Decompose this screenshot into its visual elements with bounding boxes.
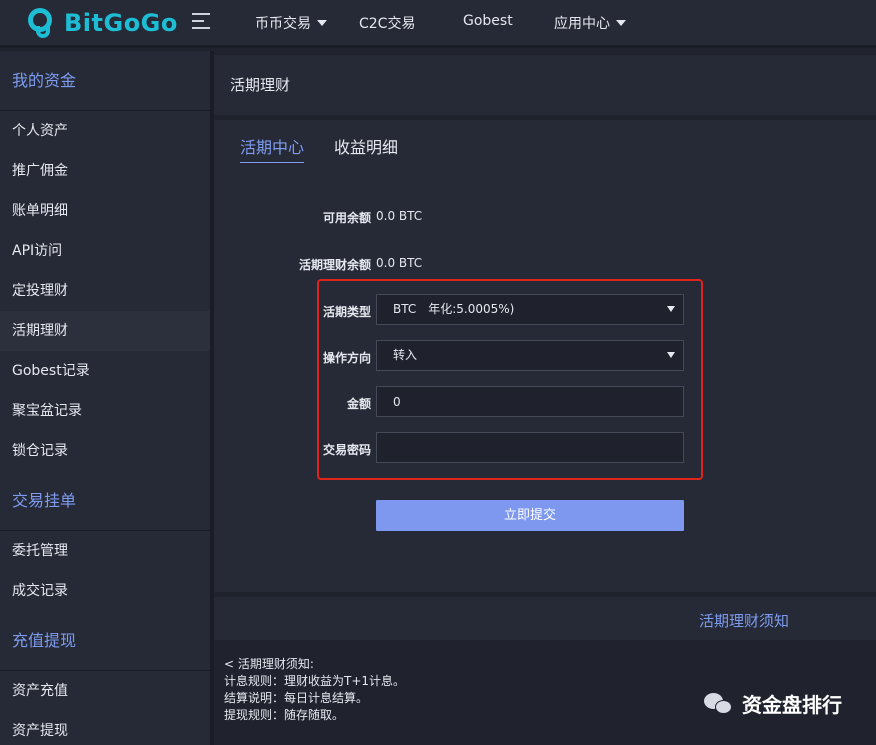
sidebar-item-order-management[interactable]: 委托管理 [0,531,210,571]
amount-input[interactable] [376,386,684,417]
current-balance-label: 活期理财余额 [298,258,371,272]
dropdown-arrow-icon [667,352,675,358]
nav-gobest-label: Gobest [463,13,513,29]
brand-name: BitGoGo [64,9,178,37]
nav-coin-trade[interactable]: 币币交易 [255,13,327,33]
amount-label: 金额 [346,397,371,411]
notice-line: 计息规则：理财收益为T+1计息。 [224,674,406,688]
sidebar-item-withdraw[interactable]: 资产提现 [0,711,210,745]
sidebar-item-personal-assets[interactable]: 个人资产 [0,111,210,151]
submit-button[interactable]: 立即提交 [376,500,684,531]
sidebar-group-funds: 我的资金 [0,51,210,111]
sidebar-item-bill-details[interactable]: 账单明细 [0,191,210,231]
sidebar-group-orders: 交易挂单 [0,471,210,531]
type-select[interactable]: BTC 年化:5.0005%) [376,294,684,325]
trade-password-input[interactable] [376,432,684,463]
sidebar-item-gobest-records[interactable]: Gobest记录 [0,351,210,391]
sidebar-item-api-access[interactable]: API访问 [0,231,210,271]
nav-app-center-label: 应用中心 [554,16,610,32]
notice-header: 活期理财须知 [214,597,876,640]
nav-gobest[interactable]: Gobest [463,13,513,29]
brand-logo[interactable]: BitGoGo [28,8,178,38]
available-balance-value: 0.0 BTC [376,209,423,223]
password-label: 交易密码 [322,443,371,457]
notice-title: 活期理财须知 [698,612,789,630]
notice-body: < 活期理财须知: 计息规则：理财收益为T+1计息。 结算说明：每日计息结算。 … [224,656,405,724]
caret-down-icon [317,20,327,26]
menu-icon[interactable] [192,12,212,30]
sidebar-item-current-finance[interactable]: 活期理财 [0,311,210,351]
nav-app-center[interactable]: 应用中心 [554,13,626,33]
type-label: 活期类型 [322,305,371,319]
available-balance-label: 可用余额 [322,211,371,225]
sidebar-item-trade-records[interactable]: 成交记录 [0,571,210,611]
sidebar-item-referral-commission[interactable]: 推广佣金 [0,151,210,191]
sidebar: 我的资金 个人资产 推广佣金 账单明细 API访问 定投理财 活期理财 Gobe… [0,51,210,745]
sidebar-item-treasure-records[interactable]: 聚宝盆记录 [0,391,210,431]
type-select-value: BTC 年化:5.0005%) [393,302,515,316]
notice-line: 提现规则：随存随取。 [224,708,345,722]
bitgogo-logo-icon [28,8,56,38]
direction-select[interactable]: 转入 [376,340,684,371]
notice-line: 结算说明：每日计息结算。 [224,691,369,705]
caret-down-icon [616,20,626,26]
direction-select-value: 转入 [393,348,418,362]
page-title: 活期理财 [214,55,876,115]
dropdown-arrow-icon [667,306,675,312]
sidebar-item-fixed-investment[interactable]: 定投理财 [0,271,210,311]
sidebar-item-deposit[interactable]: 资产充值 [0,671,210,711]
notice-line: < 活期理财须知: [224,657,314,671]
nav-coin-trade-label: 币币交易 [255,16,311,32]
direction-label: 操作方向 [322,351,371,365]
sidebar-group-deposit-withdraw: 充值提现 [0,611,210,671]
watermark: 资金盘排行 [704,689,842,718]
nav-c2c-trade[interactable]: C2C交易 [359,13,415,33]
tab-current-center[interactable]: 活期中心 [240,134,305,163]
main-panel: 活期中心 收益明细 可用余额 0.0 BTC 活期理财余额 0.0 BTC 活期… [214,120,876,592]
nav-c2c-label: C2C交易 [359,16,416,32]
tab-earnings-details[interactable]: 收益明细 [334,134,398,162]
top-navbar: BitGoGo 币币交易 C2C交易 Gobest 应用中心 [0,0,876,48]
current-balance-value: 0.0 BTC [376,256,423,270]
sidebar-item-lock-records[interactable]: 锁仓记录 [0,431,210,471]
watermark-text: 资金盘排行 [742,693,842,717]
wechat-icon [704,691,734,717]
